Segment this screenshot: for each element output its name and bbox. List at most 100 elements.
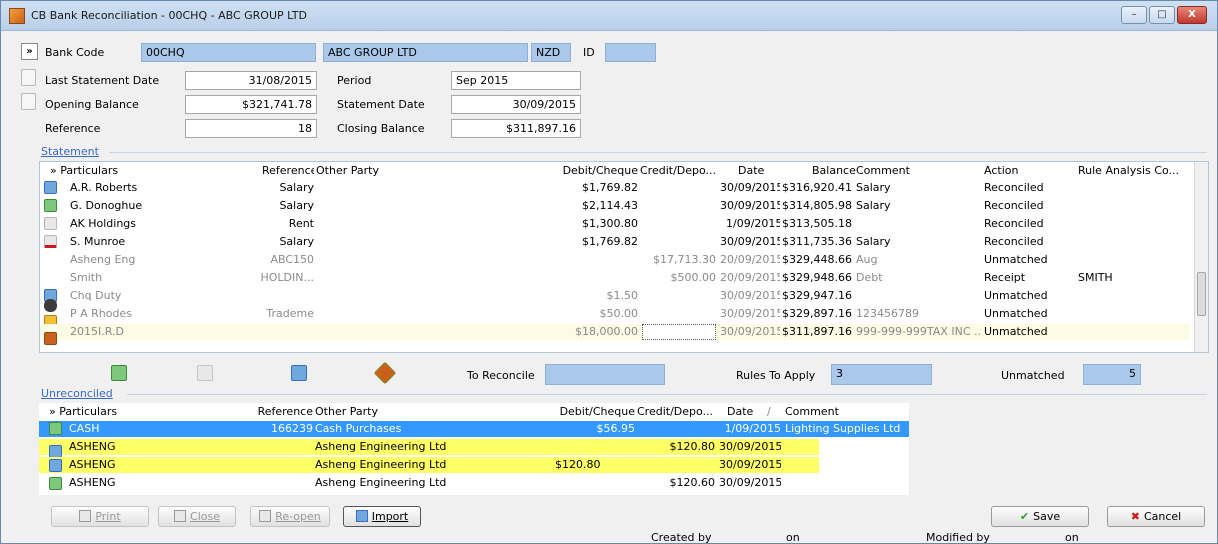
table-row[interactable]: ASHENG Asheng Engineering Ltd $120.80 30…: [39, 457, 819, 473]
cell-particulars: CASH: [69, 422, 100, 435]
cell-balance: $314,805.98: [782, 199, 852, 212]
col-comment[interactable]: Comment: [785, 405, 905, 418]
col-balance[interactable]: Balance: [812, 164, 857, 177]
credit-edit-cell[interactable]: [642, 324, 716, 340]
col-debit[interactable]: Debit/Cheque: [555, 405, 635, 418]
table-row[interactable]: P A Rhodes Trademe $50.00 30/09/2015 $32…: [40, 299, 1190, 328]
reopen-button[interactable]: Re-open: [250, 506, 330, 527]
cell-comment: [785, 476, 909, 491]
closing-balance-label: Closing Balance: [337, 122, 425, 135]
title-bar[interactable]: CB Bank Reconciliation - 00CHQ - ABC GRO…: [1, 1, 1217, 31]
cell-comment: Aug: [856, 253, 878, 266]
cell-date: 30/09/2015: [720, 289, 780, 302]
maximize-button[interactable]: □: [1149, 6, 1175, 24]
period-field[interactable]: Sep 2015: [451, 71, 581, 90]
cell-credit: [640, 235, 716, 250]
cell-action: Unmatched: [984, 325, 1048, 338]
col-credit[interactable]: Credit/Depo...: [637, 405, 715, 418]
to-reconcile-label: To Reconcile: [467, 369, 535, 382]
cell-particulars: ASHENG: [69, 476, 116, 489]
close-window-button[interactable]: X: [1177, 6, 1207, 24]
last-statement-date-field[interactable]: 31/08/2015: [185, 71, 317, 90]
match-icon[interactable]: [291, 365, 307, 381]
apply-rules-icon[interactable]: [373, 361, 397, 385]
statement-date-field[interactable]: 30/09/2015: [451, 95, 581, 114]
table-row[interactable]: ASHENG Asheng Engineering Ltd $120.60 30…: [39, 475, 909, 491]
import-button-label: Import: [371, 510, 409, 523]
minimize-button[interactable]: –: [1121, 6, 1147, 24]
to-reconcile-field: [545, 364, 665, 385]
table-row[interactable]: 2015I.R.D $18,000.00 30/09/2015 $311,897…: [40, 324, 1190, 345]
col-debit[interactable]: Debit/Cheque: [560, 164, 638, 177]
col-reference[interactable]: Reference: [257, 405, 313, 418]
cell-comment: [785, 440, 819, 455]
scrollbar-thumb[interactable]: [1197, 272, 1206, 316]
cell-rule: [1078, 199, 1188, 214]
cell-balance: $329,448.66: [782, 253, 852, 266]
close-button[interactable]: Close: [158, 506, 236, 527]
col-other-party[interactable]: Other Party: [316, 164, 516, 177]
reference-field[interactable]: 18: [185, 119, 317, 138]
closing-balance-field[interactable]: $311,897.16: [451, 119, 581, 138]
col-particulars[interactable]: » Particulars: [50, 164, 250, 177]
unreconciled-group-label: Unreconciled: [41, 387, 113, 400]
table-row[interactable]: AK Holdings Rent $1,300.80 1/09/2015 $31…: [40, 216, 1190, 232]
table-row[interactable]: Chq Duty $1.50 30/09/2015 $329,947.16 Un…: [40, 288, 1190, 304]
expand-chevron[interactable]: »: [21, 43, 38, 60]
cell-balance: $316,920.41: [782, 181, 852, 194]
col-other-party[interactable]: Other Party: [315, 405, 515, 418]
table-row[interactable]: A.R. Roberts Salary $1,769.82 30/09/2015…: [40, 180, 1190, 196]
col-credit[interactable]: Credit/Depo...: [640, 164, 718, 177]
print-button-label: Print: [95, 510, 121, 523]
col-date[interactable]: Date: [738, 164, 770, 177]
cell-balance: $313,505.18: [782, 217, 852, 230]
cell-date: 30/09/2015: [720, 181, 780, 194]
cell-debit: $1,769.82: [582, 181, 638, 194]
table-row[interactable]: S. Munroe Salary $1,769.82 30/09/2015 $3…: [40, 234, 1190, 250]
unreconciled-grid[interactable]: » Particulars Reference Other Party Debi…: [39, 403, 909, 495]
attachment-icon[interactable]: [21, 93, 36, 110]
cell-particulars: G. Donoghue: [70, 199, 143, 212]
cell-debit: [560, 271, 638, 286]
col-reference[interactable]: Reference: [262, 164, 314, 177]
cell-reference: Trademe: [266, 307, 314, 320]
last-statement-date-label: Last Statement Date: [45, 74, 160, 87]
table-row[interactable]: G. Donoghue Salary $2,114.43 30/09/2015 …: [40, 198, 1190, 214]
unreconcile-icon[interactable]: [197, 365, 213, 381]
created-by-label: Created by: [651, 531, 712, 544]
cell-debit: $18,000.00: [575, 325, 638, 338]
statement-scrollbar[interactable]: [1194, 162, 1208, 352]
opening-balance-field[interactable]: $321,741.78: [185, 95, 317, 114]
col-rule-analysis[interactable]: Rule Analysis Co...: [1078, 164, 1190, 177]
close-button-label: Close: [190, 510, 220, 523]
bank-code-field[interactable]: 00CHQ: [141, 43, 316, 62]
import-button[interactable]: Import: [343, 506, 421, 527]
cell-reference: HOLDIN...: [260, 271, 315, 284]
table-row[interactable]: ASHENG Asheng Engineering Ltd $120.80 30…: [39, 439, 819, 458]
table-row[interactable]: CASH 166239 Cash Purchases $56.95 1/09/2…: [39, 421, 909, 437]
cell-credit: [640, 217, 716, 232]
col-date[interactable]: Date: [727, 405, 759, 418]
notes-icon[interactable]: [21, 69, 36, 86]
rules-to-apply-field: 3: [831, 364, 932, 385]
bank-name-field: ABC GROUP LTD: [323, 43, 528, 62]
reconcile-icon[interactable]: [111, 365, 127, 381]
cell-reference: 166239: [271, 422, 313, 435]
table-row[interactable]: Asheng Eng ABC150 $17,713.30 20/09/2015 …: [40, 252, 1190, 268]
cell-reference: [258, 325, 314, 340]
cancel-button[interactable]: ✖ Cancel: [1107, 506, 1205, 527]
table-row[interactable]: Smith HOLDIN... $500.00 20/09/2015 $329,…: [40, 270, 1190, 286]
col-comment[interactable]: Comment: [856, 164, 976, 177]
cell-action: Reconciled: [984, 235, 1044, 248]
binoculars-icon: [44, 299, 57, 312]
statement-grid[interactable]: » Particulars Reference Other Party Debi…: [39, 161, 1209, 353]
cell-credit: [640, 199, 716, 214]
col-particulars[interactable]: » Particulars: [49, 405, 249, 418]
save-button[interactable]: ✔ Save: [991, 506, 1089, 527]
cell-reference: Rent: [288, 217, 314, 230]
cell-rule: [1078, 235, 1188, 250]
id-label: ID: [583, 46, 595, 59]
print-button[interactable]: Print: [51, 506, 149, 527]
col-action[interactable]: Action: [984, 164, 1074, 177]
cell-comment: [856, 289, 980, 304]
